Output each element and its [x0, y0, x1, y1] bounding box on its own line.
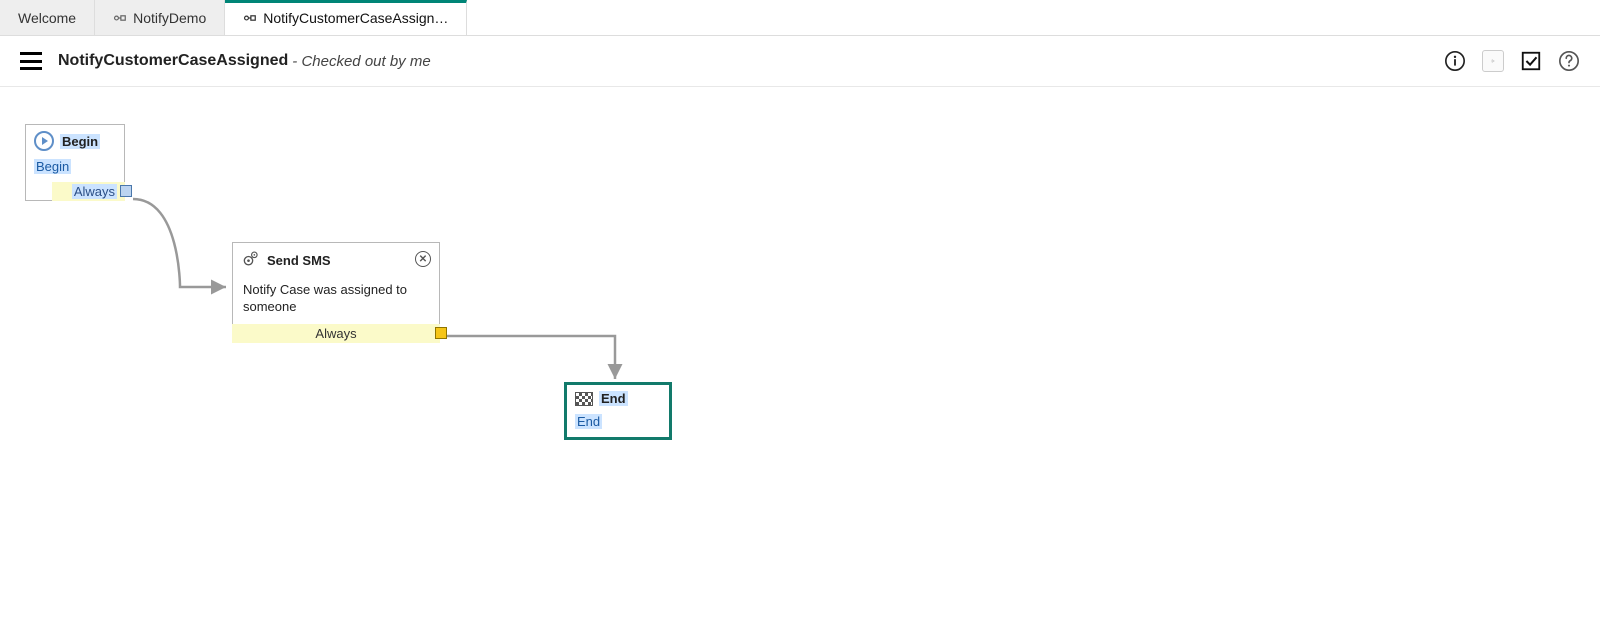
tab-label: NotifyCustomerCaseAssign… [263, 10, 448, 26]
flow-node-end[interactable]: End End [564, 382, 672, 440]
tab-label: NotifyDemo [133, 10, 206, 26]
page-header: NotifyCustomerCaseAssigned - Checked out… [0, 36, 1600, 87]
header-actions [1444, 50, 1580, 72]
tab-welcome[interactable]: Welcome [0, 0, 95, 35]
connector-port[interactable] [120, 185, 132, 197]
tab-notifycustomer[interactable]: NotifyCustomerCaseAssign… [225, 0, 467, 35]
node-title: End [599, 391, 628, 406]
node-description: Notify Case was assigned to someone [233, 278, 439, 324]
transition-send[interactable]: Always [232, 324, 440, 343]
run-button[interactable] [1482, 50, 1504, 72]
transition-begin[interactable]: Always [52, 182, 125, 201]
flow-node-begin[interactable]: Begin Begin Always [25, 124, 125, 201]
node-title: Send SMS [267, 253, 331, 268]
begin-icon [34, 131, 54, 151]
gears-icon [241, 249, 261, 272]
help-icon[interactable] [1558, 50, 1580, 72]
connector-port[interactable] [435, 327, 447, 339]
checkout-status: - Checked out by me [292, 53, 430, 70]
flow-node-send-sms[interactable]: Send SMS Notify Case was assigned to som… [232, 242, 440, 343]
close-icon[interactable] [415, 251, 431, 267]
end-flag-icon [575, 392, 593, 406]
flow-canvas[interactable]: Begin Begin Always Send SMS Notify Case … [0, 87, 1600, 587]
process-icon [113, 11, 127, 25]
transition-label: Always [72, 184, 117, 199]
tab-label: Welcome [18, 10, 76, 26]
node-subtitle: Begin [34, 159, 71, 174]
validate-icon[interactable] [1520, 50, 1542, 72]
process-icon [243, 11, 257, 25]
transition-label: Always [315, 326, 356, 341]
node-title: Begin [60, 134, 100, 149]
menu-button[interactable] [20, 52, 42, 70]
tab-bar: Welcome NotifyDemo NotifyCustomerCaseAss… [0, 0, 1600, 36]
info-icon[interactable] [1444, 50, 1466, 72]
tab-notifydemo[interactable]: NotifyDemo [95, 0, 225, 35]
node-subtitle: End [575, 414, 602, 429]
page-title: NotifyCustomerCaseAssigned [58, 52, 288, 70]
